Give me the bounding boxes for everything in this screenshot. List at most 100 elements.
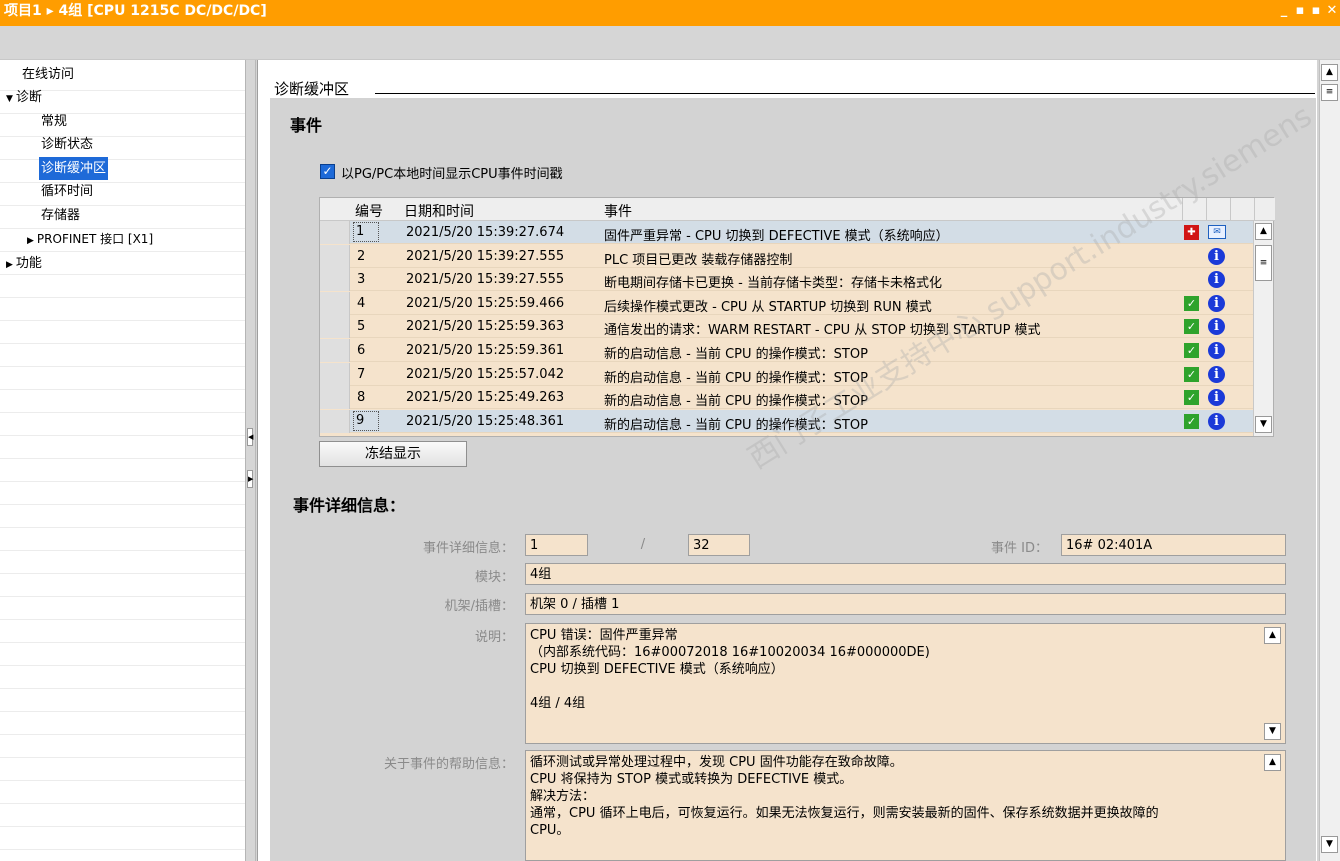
row-header[interactable] bbox=[320, 339, 350, 362]
freeze-display-button[interactable]: 冻结显示 bbox=[319, 441, 467, 467]
maximize-icon[interactable]: ▪ bbox=[1310, 0, 1322, 22]
event-id-field[interactable]: 16# 02:401A bbox=[1061, 534, 1286, 556]
nav-item-label: 诊断缓冲区 bbox=[41, 161, 107, 176]
expand-arrow-icon[interactable]: ▼ bbox=[6, 88, 13, 111]
ok-check-icon[interactable]: ✓ bbox=[1184, 343, 1199, 358]
nav-item-label: 循环时间 bbox=[41, 184, 94, 199]
scroll-thumb[interactable]: ≡ bbox=[1255, 245, 1272, 281]
info-icon[interactable]: i bbox=[1208, 318, 1225, 336]
cell-no: 3 bbox=[357, 272, 366, 288]
help-field[interactable]: 循环测试或异常处理过程中，发现 CPU 固件功能存在致命故障。 CPU 将保持为… bbox=[525, 750, 1286, 861]
table-scrollbar[interactable]: ▲ ≡ ▼ bbox=[1253, 221, 1273, 436]
collapse-left-icon[interactable]: ◀ bbox=[247, 428, 253, 446]
nav-item-functions[interactable]: ▶ 功能 bbox=[6, 252, 42, 275]
table-row[interactable]: 7 2021/5/20 15:25:57.042 新的启动信息 - 当前 CPU 的… bbox=[320, 362, 1255, 386]
window-controls: _ ▪ ▪ ✕ bbox=[1278, 0, 1338, 22]
section-divider bbox=[375, 93, 1315, 94]
detail-total-field[interactable]: 32 bbox=[688, 534, 750, 556]
info-icon[interactable]: i bbox=[1208, 294, 1225, 312]
minimize-icon[interactable]: _ bbox=[1278, 0, 1290, 22]
ok-check-icon[interactable]: ✓ bbox=[1184, 413, 1199, 429]
row-header[interactable] bbox=[320, 268, 350, 292]
row-header[interactable] bbox=[320, 315, 350, 339]
row-header[interactable] bbox=[320, 244, 350, 268]
rack-slot-field[interactable]: 机架 0 / 插槽 1 bbox=[525, 593, 1286, 615]
nav-item-general[interactable]: 常规 bbox=[41, 110, 67, 133]
expand-arrow-icon[interactable]: ▶ bbox=[27, 230, 34, 253]
main-scroll-thumb[interactable]: ≡ bbox=[1321, 84, 1338, 101]
col-header-no[interactable]: 编号 bbox=[355, 201, 383, 221]
info-icon[interactable]: i bbox=[1208, 271, 1225, 289]
section-title: 诊断缓冲区 bbox=[274, 80, 350, 98]
pane-splitter[interactable]: ◀ ▶ bbox=[246, 60, 256, 861]
nav-item-cycle-time[interactable]: 循环时间 bbox=[41, 180, 93, 203]
expand-arrow-icon[interactable]: ▶ bbox=[6, 254, 13, 277]
table-row[interactable]: 3 2021/5/20 15:39:27.555 断电期间存储卡已更换 - 当前存储… bbox=[320, 268, 1255, 292]
cell-no: 9 bbox=[353, 410, 380, 431]
nav-item-online-access[interactable]: 在线访问 bbox=[22, 63, 74, 86]
info-icon[interactable]: i bbox=[1208, 247, 1225, 265]
main-scroll-up-icon[interactable]: ▲ bbox=[1321, 64, 1338, 81]
table-row[interactable]: 4 2021/5/20 15:25:59.466 后续操作模式更改 - CPU 从 … bbox=[320, 291, 1255, 315]
detail-index-field[interactable]: 1 bbox=[525, 534, 588, 556]
nav-item-diag-buffer[interactable]: 诊断缓冲区 bbox=[39, 157, 109, 180]
info-icon[interactable]: i bbox=[1208, 412, 1225, 430]
module-field[interactable]: 4组 bbox=[525, 563, 1286, 585]
cell-datetime: 2021/5/20 15:39:27.555 bbox=[406, 248, 565, 264]
table-row[interactable]: 1 2021/5/20 15:39:27.674 固件严重异常 - CPU 切换到 … bbox=[320, 221, 1255, 244]
main-scroll-down-icon[interactable]: ▼ bbox=[1321, 836, 1338, 853]
table-row[interactable]: 5 2021/5/20 15:25:59.363 通信发出的请求：WARM REST… bbox=[320, 315, 1255, 339]
cell-datetime: 2021/5/20 15:25:59.361 bbox=[406, 343, 565, 358]
nav-item-diagnostics[interactable]: ▼ 诊断 bbox=[6, 86, 42, 109]
col-divider bbox=[1254, 198, 1255, 221]
nav-item-memory[interactable]: 存储器 bbox=[41, 204, 80, 227]
scroll-down-icon[interactable]: ▼ bbox=[1255, 416, 1272, 433]
table-row[interactable]: 2 2021/5/20 15:39:27.555 PLC 项目已更改 装载存储器控制… bbox=[320, 244, 1255, 268]
row-header[interactable] bbox=[320, 362, 350, 386]
nav-item-label: PROFINET 接口 [X1] bbox=[36, 232, 154, 246]
row-header[interactable] bbox=[320, 409, 350, 433]
nav-item-profinet[interactable]: ▶ PROFINET 接口 [X1] bbox=[27, 228, 153, 251]
cell-no: 1 bbox=[353, 222, 380, 242]
table-row[interactable]: 6 2021/5/20 15:25:59.361 新的启动信息 - 当前 CPU 的… bbox=[320, 339, 1255, 362]
col-divider bbox=[1182, 198, 1183, 221]
restore-icon[interactable]: ▪ bbox=[1294, 0, 1306, 22]
info-icon[interactable]: i bbox=[1208, 365, 1225, 383]
info-icon[interactable]: i bbox=[1208, 342, 1225, 359]
cell-event: 新的启动信息 - 当前 CPU 的操作模式：STOP bbox=[604, 347, 868, 362]
table-row[interactable]: 9 2021/5/20 15:25:48.361 新的启动信息 - 当前 CPU 的… bbox=[320, 409, 1255, 433]
nav-item-label: 功能 bbox=[15, 256, 42, 271]
error-icon[interactable]: ✚ bbox=[1184, 225, 1199, 240]
local-time-checkbox[interactable]: ✓ bbox=[320, 164, 335, 179]
row-header[interactable] bbox=[320, 386, 350, 410]
cell-event: 固件严重异常 - CPU 切换到 DEFECTIVE 模式（系统响应） bbox=[604, 229, 949, 244]
module-label: 模块： bbox=[474, 570, 514, 585]
scroll-up-icon[interactable]: ▲ bbox=[1255, 223, 1272, 240]
col-header-datetime[interactable]: 日期和时间 bbox=[404, 201, 474, 221]
message-icon[interactable]: ✉ bbox=[1208, 225, 1226, 239]
description-label: 说明： bbox=[474, 630, 514, 645]
detail-heading: 事件详细信息： bbox=[293, 496, 406, 515]
row-header[interactable] bbox=[320, 291, 350, 315]
cell-no: 6 bbox=[357, 343, 366, 358]
ok-check-icon[interactable]: ✓ bbox=[1184, 390, 1199, 406]
ok-check-icon[interactable]: ✓ bbox=[1184, 366, 1199, 382]
table-row[interactable]: 8 2021/5/20 15:25:49.263 新的启动信息 - 当前 CPU 的… bbox=[320, 386, 1255, 410]
desc-scroll-down-icon[interactable]: ▼ bbox=[1264, 723, 1281, 740]
close-icon[interactable]: ✕ bbox=[1326, 0, 1338, 22]
ok-check-icon[interactable]: ✓ bbox=[1184, 319, 1199, 335]
cell-datetime: 2021/5/20 15:25:49.263 bbox=[406, 390, 565, 406]
expand-right-icon[interactable]: ▶ bbox=[247, 470, 253, 488]
description-field[interactable]: CPU 错误：固件严重异常 （内部系统代码：16#00072018 16#100… bbox=[525, 623, 1286, 744]
help-scroll-up-icon[interactable]: ▲ bbox=[1264, 754, 1281, 771]
col-header-event[interactable]: 事件 bbox=[604, 201, 632, 221]
cell-event: 新的启动信息 - 当前 CPU 的操作模式：STOP bbox=[604, 417, 868, 433]
cell-no: 5 bbox=[357, 319, 366, 335]
ok-check-icon[interactable]: ✓ bbox=[1184, 295, 1199, 311]
row-header[interactable] bbox=[320, 221, 350, 244]
info-icon[interactable]: i bbox=[1208, 389, 1225, 407]
nav-item-diag-status[interactable]: 诊断状态 bbox=[41, 133, 93, 156]
main-scrollbar[interactable]: ▲ ≡ ▼ bbox=[1319, 60, 1340, 861]
cell-datetime: 2021/5/20 15:25:48.361 bbox=[406, 413, 565, 429]
desc-scroll-up-icon[interactable]: ▲ bbox=[1264, 627, 1281, 644]
